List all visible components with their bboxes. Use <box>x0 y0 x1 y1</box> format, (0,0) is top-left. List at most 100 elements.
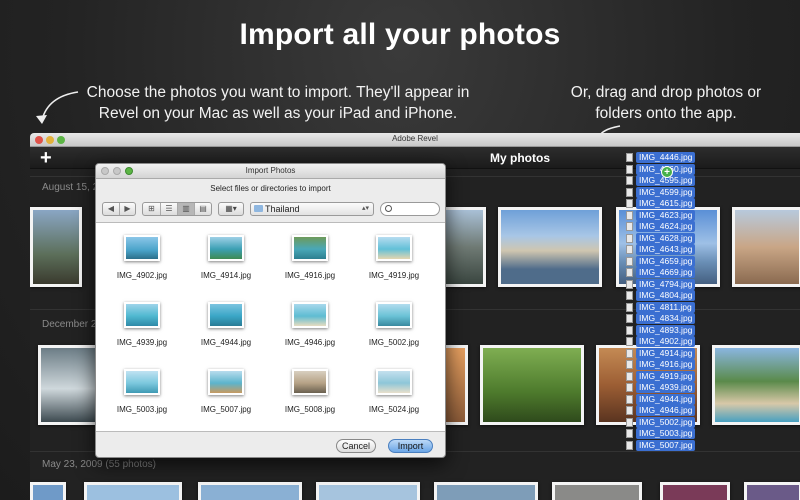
dragged-file: IMG_4916.jpg <box>626 359 706 370</box>
document-icon <box>626 256 633 266</box>
dragged-file-name: IMG_4599.jpg <box>636 186 696 198</box>
photo-thumbnail[interactable] <box>660 482 730 500</box>
document-icon <box>626 314 633 323</box>
back-arrow-icon[interactable]: ◀ <box>103 203 119 215</box>
document-icon <box>626 245 633 254</box>
dragged-file: IMG_5003.jpg <box>626 428 706 439</box>
document-icon <box>626 279 633 289</box>
photo-thumbnail[interactable] <box>84 482 182 500</box>
dragged-file: IMG_5007.jpg <box>626 439 706 451</box>
date-label: May 23, 2009 (55 photos) <box>42 459 156 470</box>
file-item[interactable]: IMG_4916.jpg <box>270 229 350 289</box>
photo-thumbnail[interactable] <box>442 207 486 287</box>
photo-thumbnail[interactable] <box>198 482 302 500</box>
view-mode-control: ⊞ ☰ ▥ ▤ <box>142 202 212 216</box>
file-thumbnail <box>292 369 328 395</box>
file-name: IMG_5002.jpg <box>368 338 420 347</box>
dragged-file: IMG_4669.jpg <box>626 267 706 278</box>
dragged-file: IMG_4944.jpg <box>626 393 706 405</box>
file-thumbnail <box>292 302 328 328</box>
dragged-file-name: IMG_4794.jpg <box>636 278 696 290</box>
document-icon <box>626 291 633 300</box>
file-thumbnail <box>376 235 412 261</box>
file-name: IMG_4939.jpg <box>116 338 168 347</box>
photo-thumbnail[interactable] <box>552 482 642 500</box>
dragged-file-name: IMG_4916.jpg <box>636 359 696 370</box>
document-icon <box>626 199 633 208</box>
dragged-file-name: IMG_4615.jpg <box>636 198 696 209</box>
photo-thumbnail[interactable] <box>434 482 538 500</box>
file-item[interactable]: IMG_5008.jpg <box>270 363 350 423</box>
column-view-icon[interactable]: ▥ <box>177 203 194 215</box>
document-icon <box>626 394 633 404</box>
file-item[interactable]: IMG_5003.jpg <box>102 363 182 423</box>
dragged-file: IMG_4446.jpg <box>626 152 706 163</box>
file-item[interactable]: IMG_4914.jpg <box>186 229 266 289</box>
dragged-file: IMG_4893.jpg <box>626 324 706 336</box>
file-thumbnail <box>124 369 160 395</box>
file-name: IMG_4902.jpg <box>116 271 168 280</box>
dialog-navigation-bar: ◀ ▶ ⊞ ☰ ▥ ▤ ▦▾ Thailand ▴▾ <box>102 202 440 218</box>
search-field[interactable] <box>380 202 440 216</box>
file-thumbnail <box>124 302 160 328</box>
file-item[interactable]: IMG_4902.jpg <box>102 229 182 289</box>
photo-thumbnail[interactable] <box>744 482 800 500</box>
coverflow-view-icon[interactable]: ▤ <box>194 203 211 215</box>
document-icon <box>626 417 633 427</box>
dragged-file-name: IMG_4804.jpg <box>636 290 696 301</box>
document-icon <box>626 325 633 335</box>
photo-thumbnail[interactable] <box>38 345 100 425</box>
dragged-file: IMG_4643.jpg <box>626 244 706 255</box>
file-item[interactable]: IMG_4939.jpg <box>102 296 182 356</box>
location-popup[interactable]: Thailand ▴▾ <box>250 202 374 216</box>
forward-arrow-icon[interactable]: ▶ <box>119 203 135 215</box>
photo-thumbnail[interactable] <box>30 482 66 500</box>
file-item[interactable]: IMG_5002.jpg <box>354 296 434 356</box>
back-forward-control: ◀ ▶ <box>102 202 136 216</box>
dragged-file-name: IMG_4893.jpg <box>636 324 696 336</box>
icon-view-icon[interactable]: ⊞ <box>143 203 160 215</box>
file-item[interactable]: IMG_4944.jpg <box>186 296 266 356</box>
photo-thumbnail[interactable] <box>732 207 800 287</box>
dragged-file-name: IMG_4939.jpg <box>636 382 696 393</box>
dragged-file-name: IMG_4659.jpg <box>636 255 696 267</box>
file-name: IMG_5008.jpg <box>284 405 336 414</box>
file-thumbnail <box>208 369 244 395</box>
photo-thumbnail[interactable] <box>480 345 584 425</box>
caption-choose-photos: Choose the photos you want to import. Th… <box>86 84 470 122</box>
dragged-file: IMG_4914.jpg <box>626 347 706 359</box>
add-photos-button[interactable]: + <box>40 147 52 169</box>
dragged-file-name: IMG_4628.jpg <box>636 232 696 244</box>
cancel-button[interactable]: Cancel <box>336 439 376 453</box>
dragged-file: IMG_4804.jpg <box>626 290 706 301</box>
file-thumbnail <box>292 235 328 261</box>
file-item[interactable]: IMG_4919.jpg <box>354 229 434 289</box>
date-label: August 15, 2 <box>42 182 99 193</box>
arrange-menu-button[interactable]: ▦▾ <box>218 202 244 216</box>
arrange-icon: ▦▾ <box>225 204 237 213</box>
file-item[interactable]: IMG_4946.jpg <box>270 296 350 356</box>
dragged-file-name: IMG_4902.jpg <box>636 336 696 347</box>
dragged-file: IMG_4794.jpg <box>626 278 706 290</box>
date-label: December 2 <box>42 319 97 330</box>
document-icon <box>626 233 633 243</box>
photo-thumbnail[interactable] <box>30 207 82 287</box>
dragged-file-name: IMG_5007.jpg <box>636 439 696 451</box>
file-name: IMG_5003.jpg <box>116 405 168 414</box>
plus-badge-icon: + <box>661 166 673 178</box>
file-item[interactable]: IMG_5007.jpg <box>186 363 266 423</box>
photo-thumbnail[interactable] <box>712 345 800 425</box>
dragged-file: IMG_4811.jpg <box>626 301 706 313</box>
file-item[interactable]: IMG_5024.jpg <box>354 363 434 423</box>
dragged-file-name: IMG_4914.jpg <box>636 347 696 359</box>
dragged-file: IMG_4628.jpg <box>626 232 706 244</box>
import-button[interactable]: Import <box>388 439 433 453</box>
section-title: My photos <box>490 151 550 165</box>
photo-thumbnail[interactable] <box>316 482 420 500</box>
list-view-icon[interactable]: ☰ <box>160 203 177 215</box>
file-thumbnail <box>208 235 244 261</box>
photo-thumbnail[interactable] <box>498 207 602 287</box>
file-thumbnail <box>124 235 160 261</box>
file-thumbnail <box>208 302 244 328</box>
dragged-file: IMG_4939.jpg <box>626 382 706 393</box>
